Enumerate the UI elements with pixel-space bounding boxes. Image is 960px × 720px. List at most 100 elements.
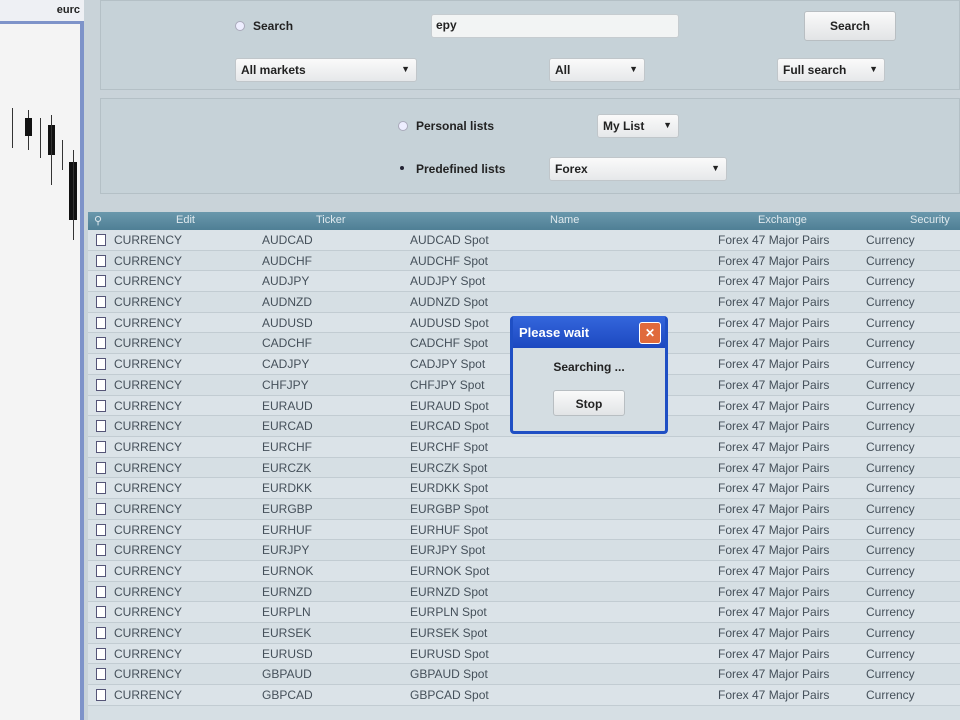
row-name: CADJPY Spot — [410, 357, 486, 372]
row-exchange: Forex 47 Major Pairs — [718, 460, 830, 475]
row-exchange: Forex 47 Major Pairs — [718, 522, 830, 537]
column-header-ticker[interactable]: Ticker — [316, 214, 346, 226]
row-edit: CURRENCY — [114, 460, 183, 475]
dialog-message: Searching ... — [553, 360, 625, 374]
close-icon[interactable]: ✕ — [639, 322, 661, 344]
row-name: AUDCHF Spot — [410, 253, 489, 268]
column-header-security[interactable]: Security — [910, 214, 950, 226]
row-security: Currency — [866, 605, 915, 620]
row-name: EURPLN Spot — [410, 605, 487, 620]
table-row[interactable]: CURRENCY EURHUF EURHUF Spot Forex 47 Major … — [88, 519, 960, 541]
document-icon — [96, 647, 106, 660]
chart-tab[interactable]: eurc — [0, 0, 84, 24]
lists-panel: Personal lists My List ▼ Predefined lists… — [100, 98, 960, 194]
row-ticker: GBPAUD — [262, 667, 312, 682]
table-row[interactable]: CURRENCY EURNZD EURNZD Spot Forex 47 Major … — [88, 582, 960, 603]
search-mode-select[interactable]: Full search ▼ — [777, 58, 885, 82]
table-row[interactable]: CURRENCY AUDCAD AUDCAD Spot Forex 47 Major … — [88, 230, 960, 251]
row-ticker: EURSEK — [262, 626, 312, 641]
row-edit: CURRENCY — [114, 522, 183, 537]
row-name: EURUSD Spot — [410, 646, 489, 661]
row-exchange: Forex 47 Major Pairs — [718, 584, 830, 599]
candle-wick — [51, 115, 52, 185]
type-select[interactable]: All ▼ — [549, 58, 645, 82]
document-icon — [96, 627, 106, 640]
document-icon — [96, 461, 106, 474]
row-edit: CURRENCY — [114, 233, 183, 247]
table-row[interactable]: CURRENCY AUDCHF AUDCHF Spot Forex 47 Major … — [88, 251, 960, 272]
row-exchange: Forex 47 Major Pairs — [718, 315, 830, 330]
row-name: EURNOK Spot — [410, 564, 490, 578]
row-name: CADCHF Spot — [410, 336, 489, 351]
personal-lists-radio[interactable] — [398, 121, 408, 131]
markets-select[interactable]: All markets ▼ — [235, 58, 417, 82]
candle-wick — [73, 150, 74, 240]
row-ticker: EURNOK — [262, 564, 314, 578]
column-header-name[interactable]: Name — [550, 214, 579, 226]
row-security: Currency — [866, 419, 915, 434]
row-security: Currency — [866, 522, 915, 537]
table-row[interactable]: CURRENCY EURPLN EURPLN Spot Forex 47 Major … — [88, 602, 960, 624]
row-exchange: Forex 47 Major Pairs — [718, 501, 830, 516]
column-header-edit[interactable]: Edit — [176, 214, 195, 226]
row-exchange: Forex 47 Major Pairs — [718, 233, 830, 247]
row-exchange: Forex 47 Major Pairs — [718, 605, 830, 620]
table-row[interactable]: CURRENCY EURUSD EURUSD Spot Forex 47 Major … — [88, 643, 960, 665]
search-panel: Search epy Search All markets ▼ All ▼ Full… — [100, 0, 960, 90]
table-row[interactable]: CURRENCY EURSEK EURSEK Spot Forex 47 Major … — [88, 623, 960, 644]
search-radio[interactable] — [235, 21, 245, 31]
table-row[interactable]: CURRENCY AUDJPY AUDJPY Spot Forex 47 Major … — [88, 271, 960, 293]
stop-button[interactable]: Stop — [553, 390, 625, 416]
document-icon — [96, 544, 106, 557]
predefined-lists-radio[interactable] — [398, 164, 408, 174]
search-input[interactable]: epy — [431, 14, 679, 38]
document-icon — [96, 399, 106, 412]
table-row[interactable]: CURRENCY GBPAUD GBPAUD Spot Forex 47 Major … — [88, 664, 960, 686]
table-row[interactable]: CURRENCY EURDKK EURDKK Spot Forex 47 Major … — [88, 478, 960, 499]
row-security: Currency — [866, 481, 915, 496]
row-edit: CURRENCY — [114, 646, 183, 661]
row-ticker: AUDUSD — [262, 315, 313, 330]
row-edit: CURRENCY — [114, 377, 183, 392]
row-security: Currency — [866, 564, 915, 578]
personal-list-select[interactable]: My List ▼ — [597, 114, 679, 138]
row-exchange: Forex 47 Major Pairs — [718, 667, 830, 682]
table-row[interactable]: CURRENCY EURNOK EURNOK Spot Forex 47 Major … — [88, 561, 960, 582]
table-row[interactable]: CURRENCY EURCZK EURCZK Spot Forex 47 Major … — [88, 458, 960, 479]
table-row[interactable]: CURRENCY GBPCAD GBPCAD Spot Forex 47 Major … — [88, 685, 960, 706]
table-body: CURRENCY AUDCAD AUDCAD Spot Forex 47 Major … — [88, 230, 960, 706]
row-ticker: AUDCAD — [262, 233, 313, 247]
row-ticker: EURCZK — [262, 460, 312, 475]
table-row[interactable]: CURRENCY AUDNZD AUDNZD Spot Forex 47 Major … — [88, 292, 960, 313]
row-exchange: Forex 47 Major Pairs — [718, 439, 830, 454]
candle — [25, 118, 32, 136]
predefined-lists-label: Predefined lists — [416, 162, 506, 176]
table-row[interactable]: CURRENCY EURJPY EURJPY Spot Forex 47 Major … — [88, 540, 960, 561]
table-row[interactable]: CURRENCY EURGBP EURGBP Spot Forex 47 Major … — [88, 499, 960, 520]
predefined-list-select[interactable]: Forex ▼ — [549, 157, 727, 181]
column-header-exchange[interactable]: Exchange — [758, 214, 807, 226]
document-icon — [96, 234, 106, 246]
row-security: Currency — [866, 626, 915, 641]
pin-icon[interactable]: ⚲ — [94, 214, 102, 227]
row-ticker: EURUSD — [262, 646, 313, 661]
row-ticker: CADJPY — [262, 357, 310, 372]
row-ticker: EURAUD — [262, 398, 313, 413]
markets-value: All markets — [241, 63, 306, 77]
row-security: Currency — [866, 460, 915, 475]
row-ticker: EURDKK — [262, 481, 313, 496]
row-security: Currency — [866, 357, 915, 372]
search-button[interactable]: Search — [804, 11, 896, 41]
table-row[interactable]: CURRENCY EURCHF EURCHF Spot Forex 47 Major … — [88, 436, 960, 458]
chevron-down-icon: ▼ — [663, 120, 672, 130]
row-edit: CURRENCY — [114, 274, 183, 289]
row-ticker: EURCAD — [262, 419, 313, 434]
row-name: EURCHF Spot — [410, 439, 489, 454]
row-exchange: Forex 47 Major Pairs — [718, 419, 830, 434]
row-security: Currency — [866, 377, 915, 392]
row-security: Currency — [866, 233, 915, 247]
document-icon — [96, 689, 106, 702]
row-exchange: Forex 47 Major Pairs — [718, 377, 830, 392]
row-security: Currency — [866, 315, 915, 330]
document-icon — [96, 316, 106, 329]
